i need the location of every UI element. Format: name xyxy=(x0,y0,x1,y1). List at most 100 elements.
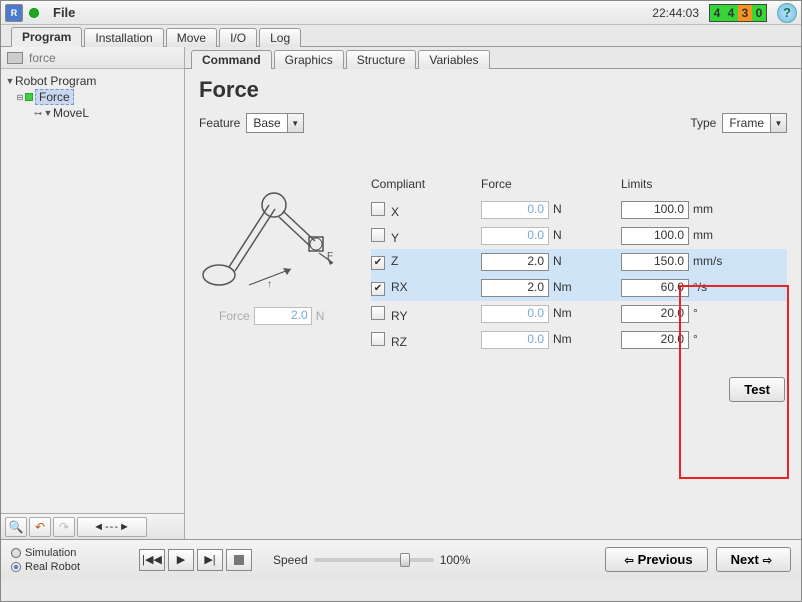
mode-simulation[interactable]: Simulation xyxy=(11,546,121,560)
file-name: force xyxy=(29,51,56,65)
speed-control: Speed 100% xyxy=(273,553,470,567)
expand-icon2: ▼ xyxy=(43,108,53,118)
tree-root-label: Robot Program xyxy=(15,74,96,88)
tab-io[interactable]: I/O xyxy=(219,28,257,47)
tree-root[interactable]: ▼ Robot Program xyxy=(3,73,182,89)
axis-label: RY xyxy=(391,309,407,323)
tab-installation[interactable]: Installation xyxy=(84,28,163,47)
axis-row-y: Y0.0N100.0mm xyxy=(371,223,787,249)
limit-input-y[interactable]: 100.0 xyxy=(621,227,689,245)
tree-item-force[interactable]: ⊟ Force xyxy=(3,89,182,105)
force-input-rz[interactable]: 0.0 xyxy=(481,331,549,349)
mode-label: Real Robot xyxy=(25,561,80,573)
play-button[interactable]: ▶ xyxy=(168,549,194,571)
header-limits: Limits xyxy=(621,177,771,191)
digit-0: 4 xyxy=(710,5,724,21)
limit-input-rx[interactable]: 60.0 xyxy=(621,279,689,297)
search-button[interactable]: 🔍 xyxy=(5,517,27,537)
digit-3: 0 xyxy=(752,5,766,21)
expand-icon[interactable]: ⊟ xyxy=(15,93,25,102)
tab-variables[interactable]: Variables xyxy=(418,50,489,69)
limit-unit: mm xyxy=(693,202,713,216)
axis-row-x: X0.0N100.0mm xyxy=(371,197,787,223)
limit-input-x[interactable]: 100.0 xyxy=(621,201,689,219)
program-tree[interactable]: ▼ Robot Program ⊟ Force ⊶ ▼ MoveL xyxy=(1,69,184,513)
limit-input-z[interactable]: 150.0 xyxy=(621,253,689,271)
type-value: Frame xyxy=(723,116,770,130)
limit-input-rz[interactable]: 20.0 xyxy=(621,331,689,349)
speed-label: Speed xyxy=(273,553,308,567)
axis-label: Z xyxy=(391,254,398,268)
undo-button[interactable]: ↶ xyxy=(29,517,51,537)
axis-grid: Compliant Force Limits X0.0N100.0mmY0.0N… xyxy=(371,177,787,402)
feature-label: Feature xyxy=(199,116,240,130)
checkbox-rx[interactable]: ✔ xyxy=(371,282,385,296)
force-unit: N xyxy=(553,228,562,242)
tree-item-movel[interactable]: ⊶ ▼ MoveL xyxy=(3,105,182,121)
rewind-button[interactable]: |◀◀ xyxy=(139,549,165,571)
disk-icon xyxy=(7,52,23,64)
node-icon xyxy=(25,93,33,101)
tab-program[interactable]: Program xyxy=(11,27,82,47)
feature-dropdown[interactable]: Base ▼ xyxy=(246,113,303,133)
nav-button[interactable]: ◄---► xyxy=(77,517,147,537)
axis-row-z: ✔Z2.0N150.0mm/s xyxy=(371,249,787,275)
expand-icon[interactable]: ▼ xyxy=(5,76,15,86)
checkbox-z[interactable]: ✔ xyxy=(371,256,385,270)
tab-structure[interactable]: Structure xyxy=(346,50,417,69)
axis-label: RX xyxy=(391,280,408,294)
slider-thumb[interactable] xyxy=(400,553,410,567)
redo-button[interactable]: ↷ xyxy=(53,517,75,537)
force-unit: Nm xyxy=(553,332,572,346)
force-unit: Nm xyxy=(553,280,572,294)
limit-unit: ° xyxy=(693,306,698,320)
chevron-down-icon[interactable]: ▼ xyxy=(287,114,303,132)
force-input-z[interactable]: 2.0 xyxy=(481,253,549,271)
checkbox-y[interactable] xyxy=(371,228,385,242)
checkbox-rz[interactable] xyxy=(371,332,385,346)
file-menu[interactable]: File xyxy=(47,3,81,22)
mode-selector[interactable]: Simulation Real Robot xyxy=(11,546,121,574)
limit-unit: ° xyxy=(693,332,698,346)
type-dropdown[interactable]: Frame ▼ xyxy=(722,113,787,133)
test-button[interactable]: Test xyxy=(729,377,785,402)
checkbox-ry[interactable] xyxy=(371,306,385,320)
illus-force-input[interactable]: 2.0 xyxy=(254,307,312,325)
left-column: force ▼ Robot Program ⊟ Force ⊶ ▼ MoveL … xyxy=(1,47,185,539)
checkbox-x[interactable] xyxy=(371,202,385,216)
arrow-right-icon: ⇨ xyxy=(763,555,772,567)
tab-graphics[interactable]: Graphics xyxy=(274,50,344,69)
speed-slider[interactable] xyxy=(314,558,434,562)
axis-row-rx: ✔ RX 2.0 Nm 60.0 °/s xyxy=(371,275,787,301)
stop-button[interactable] xyxy=(226,549,252,571)
next-button[interactable]: Next ⇨ xyxy=(716,547,791,572)
expand-icon[interactable]: ⊶ xyxy=(33,109,43,118)
type-label: Type xyxy=(690,116,716,130)
next-label: Next xyxy=(731,552,759,567)
mode-real-robot[interactable]: Real Robot xyxy=(11,560,121,574)
tab-command[interactable]: Command xyxy=(191,50,272,69)
arrow-left-icon: ⇦ xyxy=(624,555,633,567)
help-icon[interactable]: ? xyxy=(777,3,797,23)
feature-row: Feature Base ▼ Type Frame ▼ xyxy=(199,113,787,133)
force-input-ry[interactable]: 0.0 xyxy=(481,305,549,323)
axis-row-rz: RZ 0.0 Nm 20.0 ° xyxy=(371,327,787,353)
force-input-x[interactable]: 0.0 xyxy=(481,201,549,219)
limit-unit: mm xyxy=(693,228,713,242)
chevron-down-icon[interactable]: ▼ xyxy=(770,114,786,132)
limit-unit: °/s xyxy=(693,280,707,294)
tab-move[interactable]: Move xyxy=(166,28,217,47)
force-input-y[interactable]: 0.0 xyxy=(481,227,549,245)
tab-log[interactable]: Log xyxy=(259,28,301,47)
digit-1: 4 xyxy=(724,5,738,21)
header-compliant: Compliant xyxy=(371,177,481,191)
previous-button[interactable]: ⇦Previous xyxy=(605,547,707,572)
transport-controls: |◀◀ ▶ ▶| xyxy=(139,549,255,571)
step-button[interactable]: ▶| xyxy=(197,549,223,571)
limit-input-ry[interactable]: 20.0 xyxy=(621,305,689,323)
force-input-rx[interactable]: 2.0 xyxy=(481,279,549,297)
radio-icon xyxy=(11,548,21,558)
tree-item-label: MoveL xyxy=(53,106,89,120)
svg-text:F: F xyxy=(327,251,333,262)
axis-label: RZ xyxy=(391,335,407,349)
